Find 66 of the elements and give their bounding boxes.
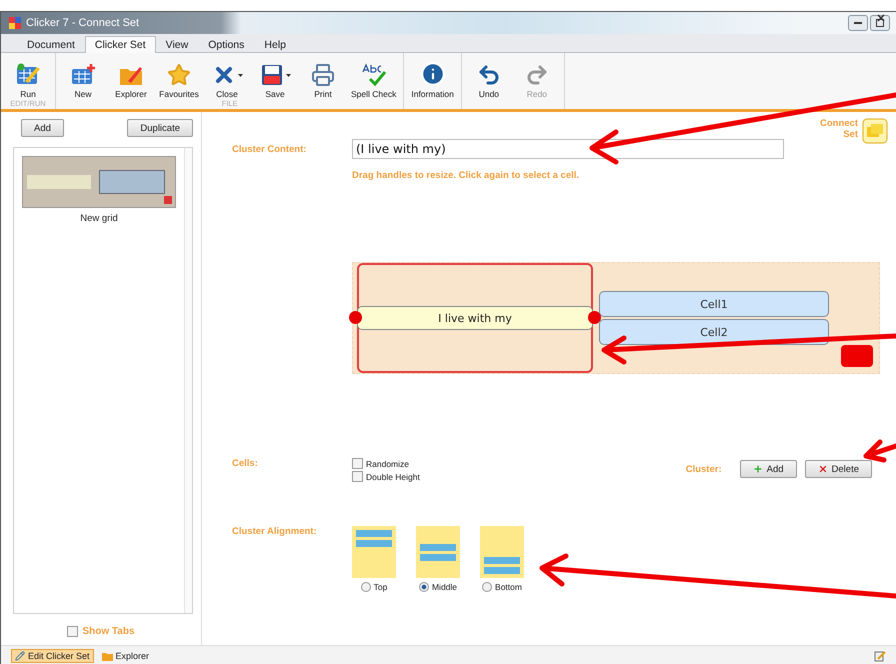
scrollbar[interactable] (184, 148, 192, 613)
plus-icon (752, 464, 763, 474)
field-label: Cluster Content: (232, 144, 308, 154)
redo-icon (524, 63, 549, 87)
grid-plus-icon (70, 63, 96, 87)
ribbon-button[interactable]: Close (204, 53, 250, 99)
sticky-notes-icon (862, 118, 888, 144)
set-type-label: Connect Set (819, 118, 858, 140)
sidebar-button[interactable]: Add (21, 119, 64, 137)
field-label: Cluster Alignment: (232, 526, 318, 537)
caret-icon[interactable] (286, 74, 290, 76)
close-icon[interactable] (877, 14, 885, 22)
app-logo-icon (9, 17, 21, 29)
ribbon-button[interactable]: Save (252, 53, 298, 99)
ribbon-button[interactable]: Print (300, 53, 346, 99)
folder-icon (102, 650, 113, 660)
close-icon (818, 464, 828, 474)
ribbon-button[interactable]: Explorer (108, 53, 154, 99)
sidebar-button[interactable]: Duplicate (127, 119, 193, 137)
minimize-icon (854, 22, 862, 24)
grid-thumbnail[interactable] (22, 156, 176, 208)
field-label: Cells: (232, 458, 259, 469)
cluster-frame[interactable]: I live with my (357, 263, 593, 373)
menu-tab[interactable]: Help (254, 36, 296, 53)
ribbon-button[interactable]: Spell Check (348, 53, 400, 99)
info-icon (420, 61, 446, 87)
caret-icon[interactable] (238, 74, 242, 76)
status-tab[interactable]: Edit Clicker Set (11, 648, 94, 662)
abc-check-icon (360, 63, 388, 87)
annotation-arrow (864, 440, 896, 462)
menu-tab[interactable]: Document (17, 36, 85, 53)
alignment-radio[interactable]: Middle (418, 582, 458, 592)
pencil-note-icon[interactable] (874, 650, 886, 662)
ribbon-button[interactable]: Favourites (156, 53, 202, 99)
pencil-icon (15, 650, 25, 660)
menu-tab[interactable]: View (156, 36, 198, 53)
printer-icon (311, 63, 335, 87)
cluster-label: Cluster: (686, 464, 722, 474)
ribbon-button[interactable]: Run (5, 53, 51, 99)
resize-handle[interactable] (588, 311, 601, 324)
status-tab[interactable]: Explorer (98, 648, 154, 662)
cluster-button[interactable]: Add (740, 460, 797, 478)
alignment-radio[interactable]: Bottom (482, 582, 522, 592)
menu-tab[interactable]: Clicker Set (84, 36, 156, 53)
cluster-cell[interactable]: I live with my (357, 306, 593, 330)
menu-tab[interactable]: Options (198, 36, 254, 53)
maximize-button[interactable] (870, 15, 890, 31)
grid-pencil-icon (15, 63, 41, 87)
star-icon (167, 63, 191, 87)
window-title: Clicker 7 - Connect Set (26, 17, 140, 29)
ribbon-button[interactable]: Undo (466, 53, 512, 99)
option-checkbox[interactable]: Double Height (352, 471, 420, 482)
maximize-icon (876, 19, 884, 27)
cluster-content-field[interactable]: (I live with my) (352, 139, 784, 159)
option-checkbox[interactable]: Randomize (352, 458, 420, 469)
alignment-radio[interactable]: Top (360, 582, 388, 592)
resize-handle[interactable] (349, 311, 362, 324)
minimize-button[interactable] (848, 15, 868, 31)
hint-text: Drag handles to resize. Click again to select a cell. (352, 170, 580, 180)
delete-marker[interactable] (841, 345, 873, 367)
ribbon-button[interactable]: Information (408, 53, 457, 99)
ribbon-button[interactable]: New (60, 53, 106, 99)
cluster-button[interactable]: Delete (804, 460, 872, 478)
undo-icon (476, 63, 501, 87)
preview-cell[interactable]: Cell1 (599, 291, 829, 317)
grid-name: New grid (80, 213, 118, 224)
